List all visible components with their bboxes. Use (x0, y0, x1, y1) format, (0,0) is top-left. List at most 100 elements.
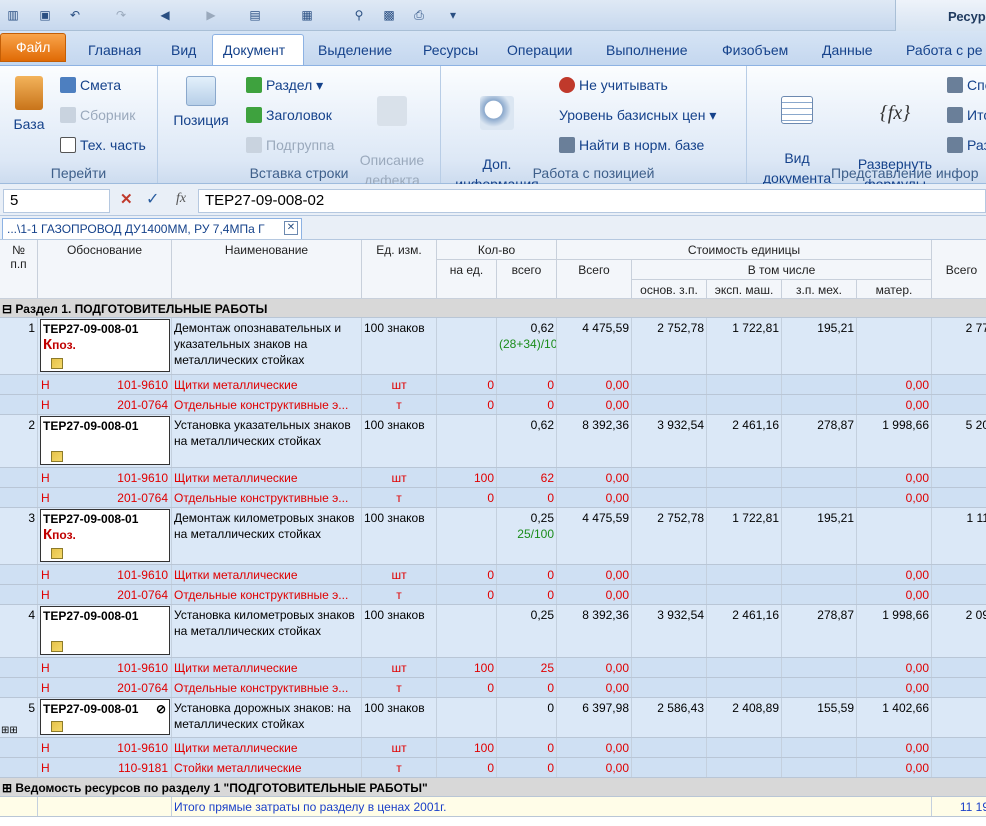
res-mash[interactable] (707, 658, 782, 677)
position-button[interactable]: Позиция (168, 76, 234, 130)
col-mat[interactable]: матер. (857, 280, 932, 299)
book-icon[interactable]: ▦ (298, 6, 316, 24)
position-name[interactable]: Установка километровых знаков на металли… (172, 605, 362, 657)
res-total[interactable]: 0,00 (557, 585, 632, 604)
fx-icon[interactable]: fx (176, 191, 186, 207)
res-unit[interactable]: т (362, 678, 437, 697)
res-mat[interactable]: 0,00 (857, 395, 932, 414)
tab-view[interactable]: Вид (161, 37, 206, 65)
paste-icon[interactable]: ▤ (246, 6, 264, 24)
res-all[interactable] (932, 738, 986, 757)
justification-cell[interactable]: ТЕР27-09-008-01 ⊘ (38, 698, 172, 737)
res-code[interactable]: Н 101-9610 (38, 375, 172, 394)
position-number[interactable]: 3 (0, 508, 38, 564)
res-total[interactable]: 0,00 (557, 395, 632, 414)
res-num[interactable] (0, 488, 38, 507)
col-zp[interactable]: основ. з.п. (632, 280, 707, 299)
cost-zp[interactable]: 2 752,78 (632, 508, 707, 564)
razv-button[interactable]: Раз (947, 135, 986, 155)
resource-row[interactable]: Н 101-9610 Щитки металлические шт 100 62 0,00 0… (0, 468, 986, 488)
res-num[interactable] (0, 678, 38, 697)
res-name[interactable]: Щитки металлические (172, 468, 362, 487)
res-total[interactable]: 0,00 (557, 758, 632, 777)
res-qty-ed[interactable]: 0 (437, 395, 497, 414)
position-number[interactable]: 1 (0, 318, 38, 374)
find-icon[interactable]: ⚲ (350, 6, 368, 24)
tab-selection[interactable]: Выделение (308, 37, 402, 65)
res-mex[interactable] (782, 678, 857, 697)
col-num[interactable]: № п.п (0, 240, 38, 299)
res-unit[interactable]: шт (362, 375, 437, 394)
breadcrumb-tab[interactable]: ...\1-1 ГАЗОПРОВОД ДУ1400ММ, РУ 7,4МПа Г (2, 218, 302, 239)
res-num[interactable] (0, 468, 38, 487)
res-total[interactable]: 0,00 (557, 375, 632, 394)
res-zp[interactable] (632, 678, 707, 697)
res-code[interactable]: Н 201-0764 (38, 585, 172, 604)
qty-total[interactable]: 0,25 (497, 605, 557, 657)
print-icon[interactable]: ⎙ (410, 6, 428, 24)
col-total[interactable]: Всего (557, 260, 632, 299)
res-num[interactable] (0, 758, 38, 777)
total-all[interactable]: 1 11 (932, 508, 986, 564)
cost-mat[interactable]: 1 998,66 (857, 415, 932, 467)
ne-uchityvat-button[interactable]: Не учитывать (559, 75, 668, 95)
tab-resources[interactable]: Ресурсы (413, 37, 488, 65)
res-unit[interactable]: т (362, 488, 437, 507)
position-row[interactable]: 2 ТЕР27-09-008-01 Установка указательных з… (0, 415, 986, 468)
res-total[interactable]: 0,00 (557, 468, 632, 487)
qty-per-unit[interactable] (437, 415, 497, 467)
res-qty-all[interactable]: 0 (497, 488, 557, 507)
tab-file[interactable]: Файл (0, 33, 67, 62)
position-row[interactable]: 4 ТЕР27-09-008-01 Установка километровых з… (0, 605, 986, 658)
cell-reference-input[interactable]: 5 (3, 189, 110, 213)
res-mat[interactable]: 0,00 (857, 375, 932, 394)
res-mex[interactable] (782, 758, 857, 777)
res-num[interactable] (0, 585, 38, 604)
vedomost-row[interactable]: ⊞ Ведомость ресурсов по разделу 1 "ПОДГО… (0, 778, 986, 797)
col-name[interactable]: Наименование (172, 240, 362, 299)
res-mex[interactable] (782, 585, 857, 604)
section-row[interactable]: ⊟ Раздел 1. ПОДГОТОВИТЕЛЬНЫЕ РАБОТЫ (0, 299, 986, 318)
res-all[interactable] (932, 395, 986, 414)
col-unit[interactable]: Ед. изм. (362, 240, 437, 299)
res-unit[interactable]: т (362, 395, 437, 414)
cost-mat[interactable] (857, 508, 932, 564)
find-norm-button[interactable]: Найти в норм. базе (559, 135, 704, 155)
position-name[interactable]: Установка дорожных знаков: на металличес… (172, 698, 362, 737)
position-unit[interactable]: 100 знаков (362, 415, 437, 467)
cost-total[interactable]: 6 397,98 (557, 698, 632, 737)
total-all[interactable]: 5 20 (932, 415, 986, 467)
cost-total[interactable]: 4 475,59 (557, 508, 632, 564)
res-mat[interactable]: 0,00 (857, 585, 932, 604)
res-name[interactable]: Отдельные конструктивные э... (172, 678, 362, 697)
vedomost-title[interactable]: ⊞ Ведомость ресурсов по разделу 1 "ПОДГО… (0, 778, 986, 796)
res-mash[interactable] (707, 565, 782, 584)
res-mat[interactable]: 0,00 (857, 678, 932, 697)
res-mat[interactable]: 0,00 (857, 738, 932, 757)
res-all[interactable] (932, 758, 986, 777)
resource-row[interactable]: Н 201-0764 Отдельные конструктивные э... т 0… (0, 678, 986, 698)
res-zp[interactable] (632, 488, 707, 507)
expand-icon[interactable]: ⊞⊞ (1, 725, 18, 736)
position-unit[interactable]: 100 знаков (362, 318, 437, 374)
resource-row[interactable]: Н 201-0764 Отдельные конструктивные э... т 0… (0, 585, 986, 605)
tab-work-with[interactable]: Работа с ре (896, 37, 986, 65)
resource-row[interactable]: Н 101-9610 Щитки металлические шт 0 0 0,00 0,00 (0, 565, 986, 585)
justification-cell[interactable]: ТЕР27-09-008-01 Кпоз. (38, 318, 172, 374)
smeta-button[interactable]: Смета (60, 75, 121, 95)
zagolovok-button[interactable]: Заголовок (246, 105, 332, 125)
res-num[interactable] (0, 658, 38, 677)
res-qty-ed[interactable]: 0 (437, 678, 497, 697)
res-zp[interactable] (632, 468, 707, 487)
res-mex[interactable] (782, 738, 857, 757)
res-qty-all[interactable]: 0 (497, 395, 557, 414)
spec-button[interactable]: Спе (947, 75, 986, 95)
res-qty-all[interactable]: 62 (497, 468, 557, 487)
res-zp[interactable] (632, 758, 707, 777)
col-mex[interactable]: з.п. мех. (782, 280, 857, 299)
close-icon[interactable]: ✕ (284, 221, 298, 235)
resource-row[interactable]: Н 101-9610 Щитки металлические шт 0 0 0,00 0,00 (0, 375, 986, 395)
res-code[interactable]: Н 101-9610 (38, 738, 172, 757)
res-mat[interactable]: 0,00 (857, 658, 932, 677)
code-box[interactable]: ТЕР27-09-008-01 ⊘ (40, 699, 170, 735)
